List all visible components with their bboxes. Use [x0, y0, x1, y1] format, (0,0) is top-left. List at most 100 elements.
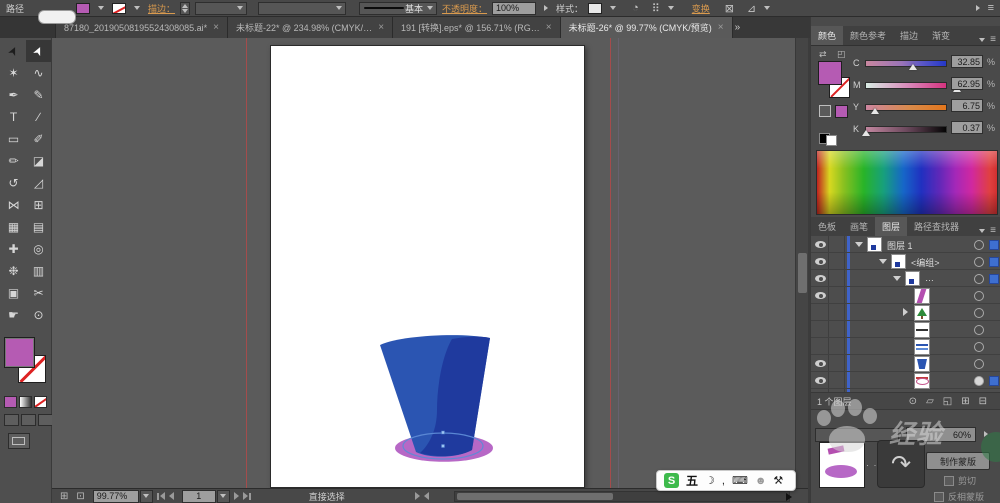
disclosure-triangle[interactable]: [893, 276, 901, 281]
direct-selection-tool[interactable]: ➤: [26, 40, 51, 62]
color-mode-button[interactable]: [4, 396, 17, 408]
slider-marker[interactable]: [909, 64, 918, 70]
artwork-group[interactable]: [370, 332, 510, 467]
target-circle[interactable]: [974, 325, 984, 335]
style-caret[interactable]: [610, 6, 617, 10]
align-icon[interactable]: ⠿: [652, 2, 660, 15]
layer-row-ellipse-selected[interactable]: [811, 372, 1000, 389]
layer-row-tree-group[interactable]: [811, 304, 1000, 321]
visibility-eye-icon[interactable]: [815, 377, 826, 384]
variable-width-dropdown[interactable]: [258, 1, 347, 15]
checkbox-icon[interactable]: [934, 491, 944, 502]
target-circle[interactable]: [974, 257, 984, 267]
tab-brushes[interactable]: 画笔: [843, 217, 875, 236]
guide-line-left[interactable]: [246, 38, 247, 488]
close-icon[interactable]: ×: [213, 22, 219, 33]
horizontal-scrollbar-thumb[interactable]: [457, 493, 613, 500]
ime-expand-arrow[interactable]: [786, 493, 792, 501]
fill-dropdown-caret[interactable]: [98, 6, 105, 10]
visibility-eye-icon[interactable]: [815, 360, 826, 367]
selection-tool[interactable]: ➤: [1, 40, 26, 62]
isolate-caret[interactable]: [764, 6, 771, 10]
channel-value-field[interactable]: 62.95: [951, 77, 983, 90]
panel-menu-icon[interactable]: ≡: [976, 225, 996, 236]
stroke-link[interactable]: 描边：: [148, 2, 175, 15]
rectangle-tool[interactable]: ▭: [1, 128, 26, 150]
make-mask-button[interactable]: 制作蒙版: [926, 452, 990, 470]
horizontal-scrollbar[interactable]: [454, 491, 790, 502]
pen-tool[interactable]: ✒: [1, 84, 26, 106]
export-icon[interactable]: ⊡: [76, 491, 84, 502]
width-tool[interactable]: ⋈: [1, 194, 26, 216]
close-icon[interactable]: ×: [718, 22, 724, 33]
moon-icon[interactable]: ☽: [705, 474, 715, 487]
default-fill-stroke-icon[interactable]: ◰: [837, 49, 846, 60]
channel-slider[interactable]: [865, 82, 947, 89]
guide-line-right[interactable]: [610, 38, 611, 488]
delete-layer-icon[interactable]: ⊟: [979, 396, 987, 407]
new-sublayer-icon[interactable]: ◱: [943, 396, 952, 407]
symbol-sprayer-tool[interactable]: ❉: [1, 260, 26, 282]
target-circle-selected[interactable]: [974, 376, 984, 386]
type-tool[interactable]: T: [1, 106, 26, 128]
first-artboard-button[interactable]: [156, 492, 165, 500]
visibility-eye-icon[interactable]: [815, 258, 826, 265]
close-icon[interactable]: ×: [378, 22, 384, 33]
layer-name[interactable]: 图层 1: [887, 239, 913, 252]
perspective-grid-tool[interactable]: ⊞: [26, 194, 51, 216]
line-segment-tool[interactable]: ∕: [26, 106, 51, 128]
screen-mode-button[interactable]: [8, 433, 30, 449]
lasso-tool[interactable]: ∿: [26, 62, 51, 84]
magic-wand-tool[interactable]: ✶: [1, 62, 26, 84]
close-icon[interactable]: ×: [546, 22, 552, 33]
fill-proxy-swatch[interactable]: [4, 337, 35, 368]
stroke-weight-dropdown[interactable]: [195, 1, 248, 15]
document-tab-2[interactable]: 未标题-22* @ 234.98% (CMYK/… ×: [228, 17, 394, 38]
color-panel-fill-swatch[interactable]: [818, 61, 842, 85]
canvas-area[interactable]: [52, 38, 808, 488]
layer-name[interactable]: …: [925, 273, 934, 283]
isolate-icon[interactable]: ⊿: [747, 2, 756, 15]
layer-row-cup[interactable]: [811, 355, 1000, 372]
object-thumbnail[interactable]: [819, 442, 865, 488]
layer-row-magenta-shape[interactable]: [811, 287, 1000, 304]
target-circle[interactable]: [974, 308, 984, 318]
locate-object-icon[interactable]: ⊙: [909, 396, 917, 407]
disclosure-triangle[interactable]: [903, 308, 908, 316]
status-expand-arrow[interactable]: [414, 492, 420, 500]
slice-tool[interactable]: ✂: [26, 282, 51, 304]
zoom-dropdown-caret[interactable]: [139, 489, 153, 503]
slider-marker[interactable]: [862, 130, 871, 136]
panel-collapse-caret[interactable]: [975, 5, 980, 11]
draw-normal-button[interactable]: [4, 414, 19, 426]
layer-row-subgroup[interactable]: …: [811, 270, 1000, 287]
pencil-tool[interactable]: ✏: [1, 150, 26, 172]
tab-swatches[interactable]: 色板: [811, 217, 843, 236]
draw-behind-button[interactable]: [21, 414, 36, 426]
scale-tool[interactable]: ◿: [26, 172, 51, 194]
vertical-scrollbar[interactable]: [795, 38, 808, 488]
recolor-artwork-icon[interactable]: ◔: [632, 2, 639, 14]
keyboard-icon[interactable]: ⌨: [732, 474, 748, 487]
artboard-tool[interactable]: ▣: [1, 282, 26, 304]
none-mode-button[interactable]: [34, 396, 47, 408]
layer-row-blue-lines[interactable]: [811, 338, 1000, 355]
new-layer-icon[interactable]: ⊞: [961, 396, 969, 407]
artboard-dropdown-caret[interactable]: [216, 489, 230, 503]
curvature-tool[interactable]: ✎: [26, 84, 51, 106]
color-spectrum-bar[interactable]: [816, 150, 998, 215]
document-tab-1[interactable]: 87180_20190508195524308085.ai* ×: [56, 17, 228, 38]
channel-value-field[interactable]: 6.75: [951, 99, 983, 112]
document-tab-4-active[interactable]: 未标题-26* @ 99.77% (CMYK/预览) ×: [560, 17, 733, 38]
layer-row-layer1[interactable]: 图层 1: [811, 236, 1000, 253]
draw-inside-button[interactable]: [38, 414, 53, 426]
mask-slot[interactable]: ↷: [877, 440, 925, 488]
invert-mask-checkbox[interactable]: 反相蒙版: [934, 490, 984, 503]
disclosure-triangle[interactable]: [879, 259, 887, 264]
panel-menu-icon[interactable]: ≡: [976, 34, 996, 45]
target-circle[interactable]: [974, 342, 984, 352]
align-caret[interactable]: [667, 6, 674, 10]
visibility-eye-icon[interactable]: [815, 241, 826, 248]
anchor-point[interactable]: [441, 444, 445, 448]
scroll-left-arrow[interactable]: [423, 492, 429, 500]
